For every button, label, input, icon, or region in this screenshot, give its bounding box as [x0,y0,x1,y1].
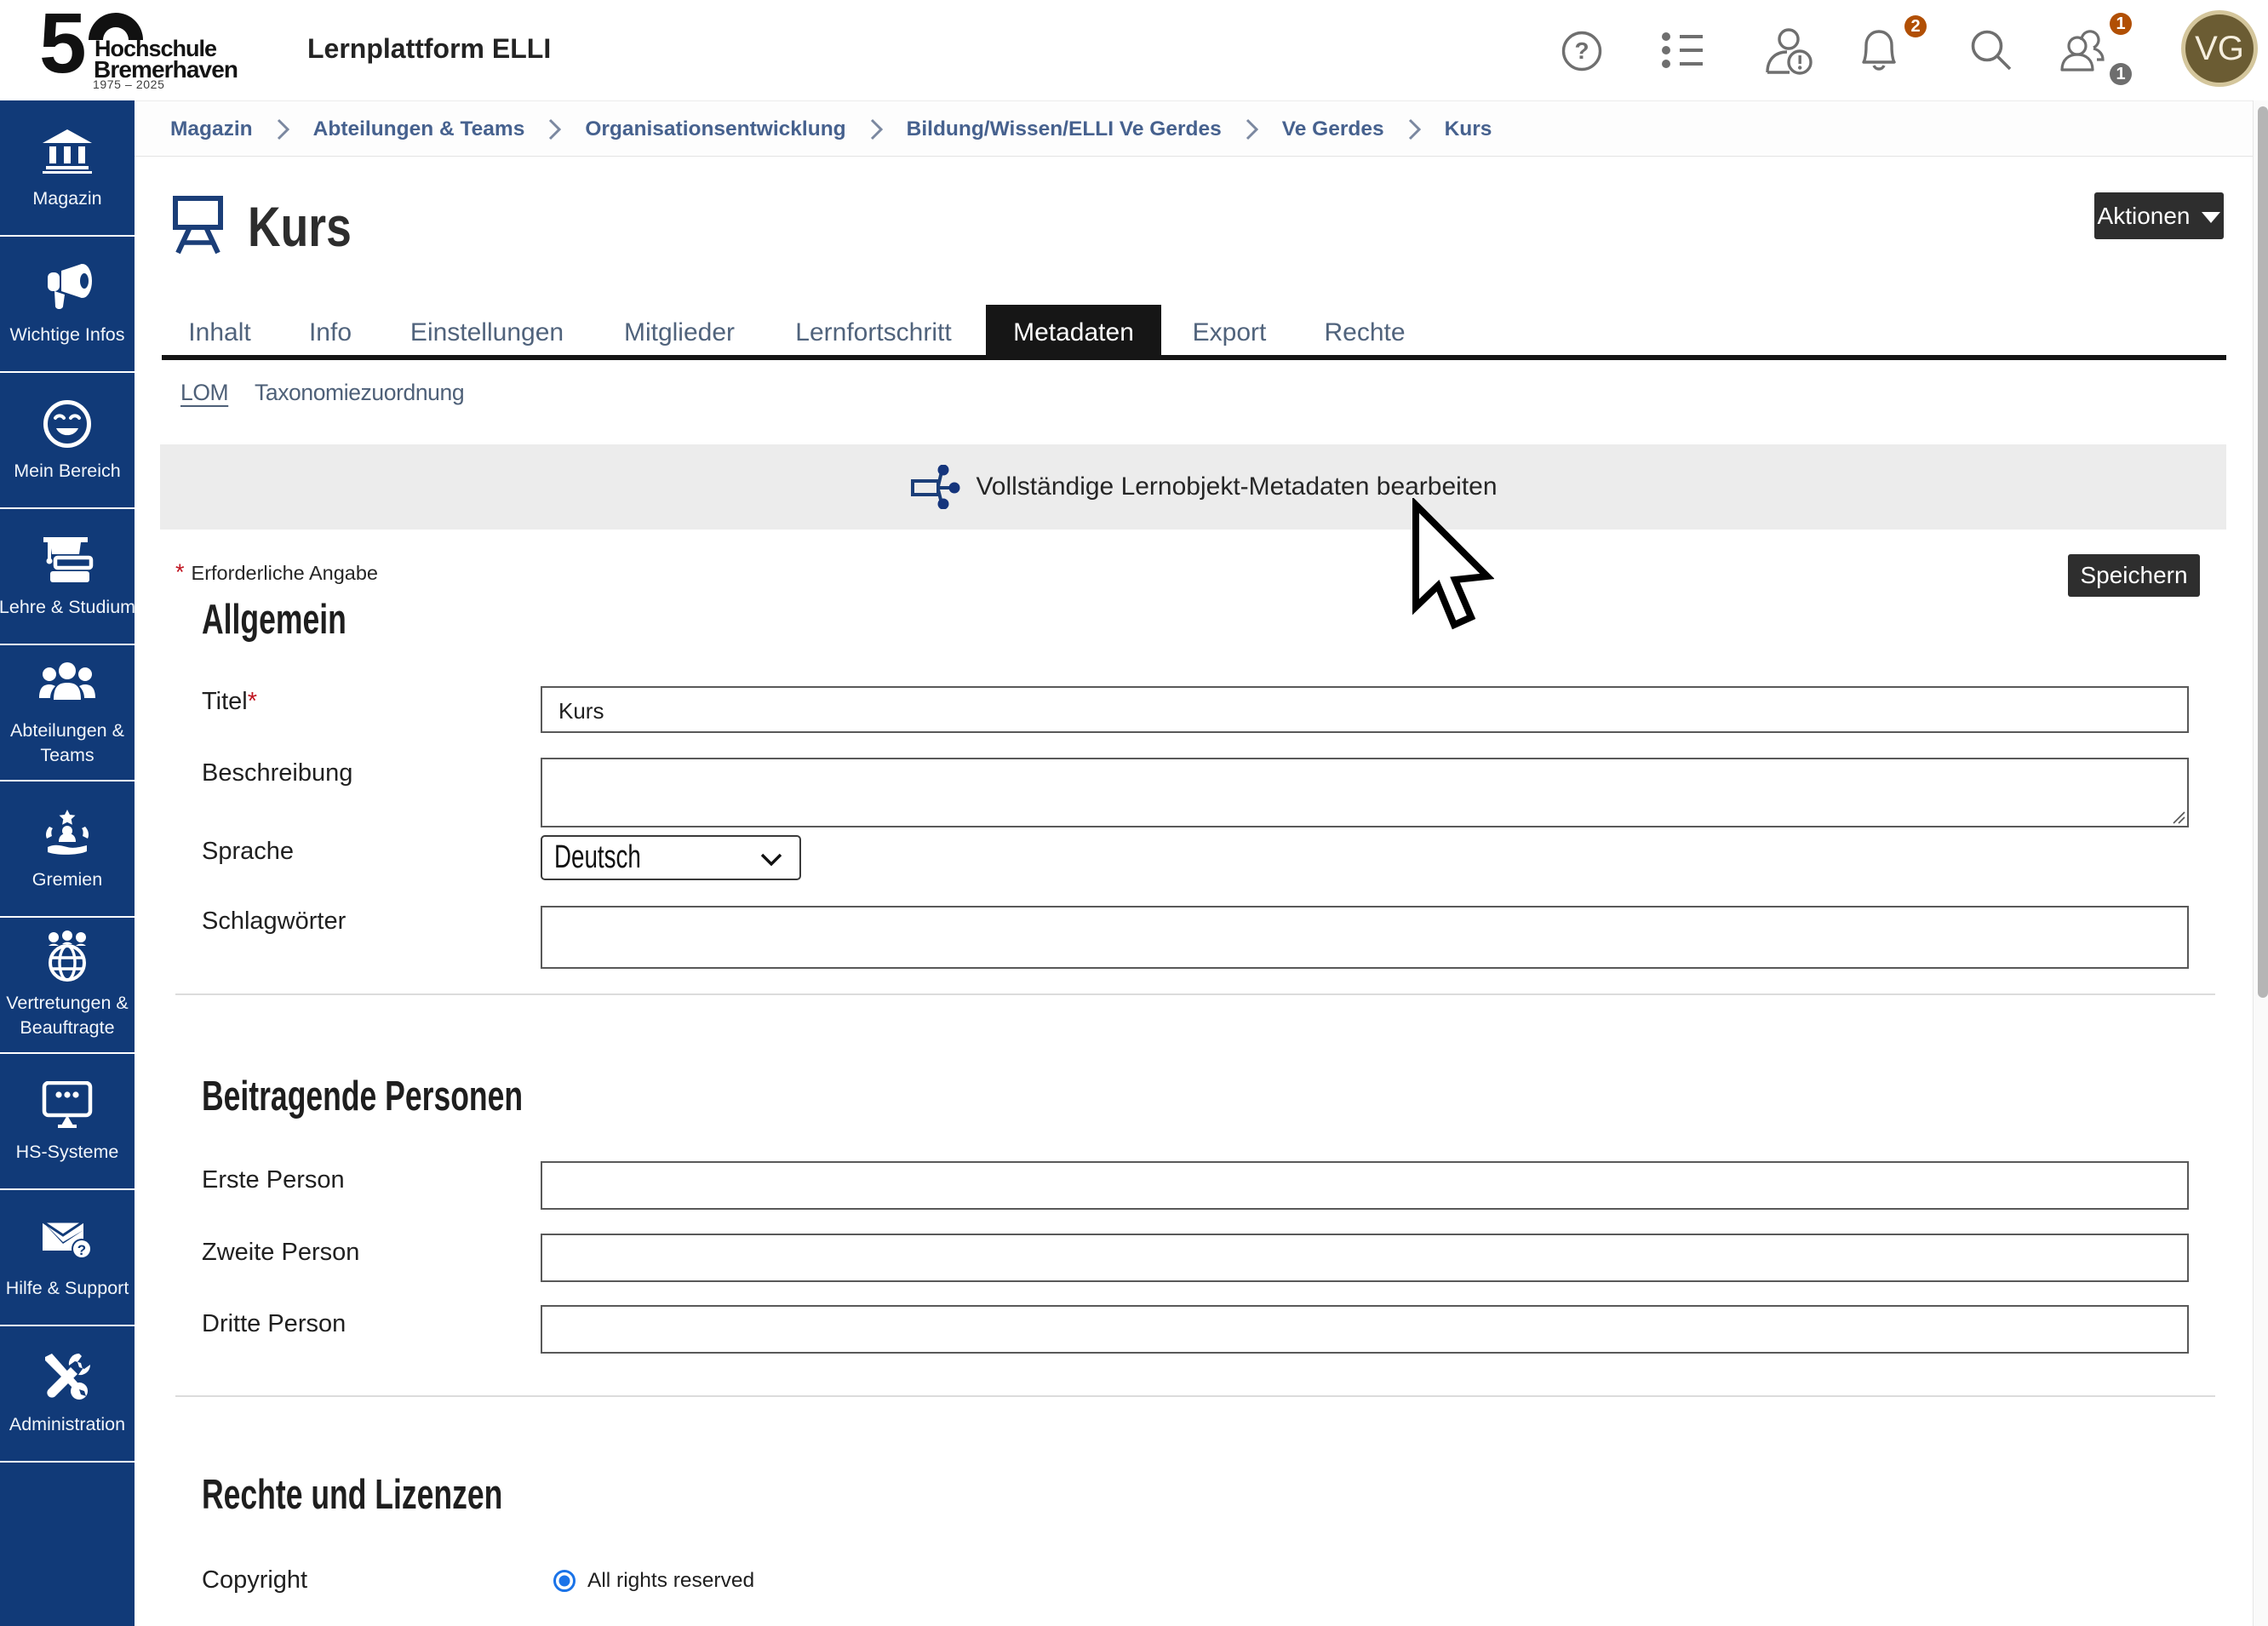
svg-text:?: ? [77,1242,86,1258]
svg-text:?: ? [1574,37,1589,64]
